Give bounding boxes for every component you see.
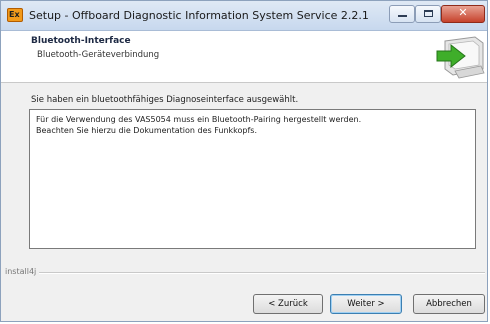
brand-separator: install4j <box>5 267 485 277</box>
minimize-icon <box>398 15 407 17</box>
computer-arrow-icon <box>436 36 485 79</box>
app-icon-label: Ex <box>9 10 20 19</box>
window-title: Setup - Offboard Diagnostic Information … <box>29 9 369 22</box>
close-icon: ✕ <box>458 6 468 19</box>
back-button[interactable]: < Zurück <box>253 294 323 314</box>
minimize-button[interactable] <box>389 5 415 23</box>
info-line-2: Beachten Sie hierzu die Dokumentation de… <box>36 126 257 135</box>
page-subtitle: Bluetooth-Geräteverbindung <box>37 50 160 60</box>
next-button[interactable]: Weiter > <box>330 294 402 314</box>
app-icon: Ex <box>7 8 23 22</box>
separator-line <box>29 272 485 274</box>
info-textbox[interactable]: Für die Verwendung des VAS5054 muss ein … <box>29 109 476 249</box>
info-label: Sie haben ein bluetoothfähiges Diagnosei… <box>31 95 299 105</box>
info-line-1: Für die Verwendung des VAS5054 muss ein … <box>36 115 362 124</box>
page-title: Bluetooth-Interface <box>31 36 131 46</box>
maximize-button[interactable] <box>415 5 441 23</box>
title-bar[interactable]: Ex Setup - Offboard Diagnostic Informati… <box>1 1 487 31</box>
cancel-button[interactable]: Abbrechen <box>413 294 485 314</box>
wizard-header: Bluetooth-Interface Bluetooth-Geräteverb… <box>1 31 487 83</box>
close-button[interactable]: ✕ <box>441 5 485 23</box>
maximize-icon <box>424 10 433 17</box>
brand-label: install4j <box>5 267 40 276</box>
setup-window: Ex Setup - Offboard Diagnostic Informati… <box>0 0 488 322</box>
